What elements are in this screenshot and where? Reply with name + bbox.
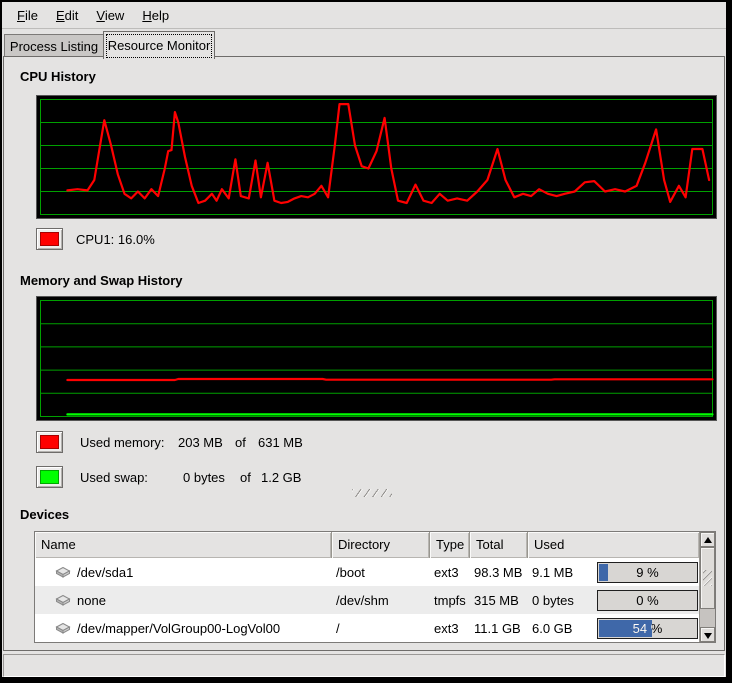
pane-resize-grip[interactable] <box>352 489 392 497</box>
usage-progressbar: 9 %9 % <box>597 562 698 583</box>
cpu1-color-chip <box>40 232 59 246</box>
device-directory-cell: /boot <box>332 565 430 580</box>
usage-percent-label: 0 % <box>598 591 697 610</box>
used-memory-color-swatch[interactable] <box>36 431 63 453</box>
usage-progressbar: 54 %54 % <box>597 618 698 639</box>
used-swap-of: of <box>240 470 251 485</box>
device-usage-cell: 54 %54 % <box>585 618 699 639</box>
used-memory-value: 203 MB <box>178 435 223 450</box>
disk-icon <box>54 565 72 579</box>
tab-resource-monitor-label: Resource Monitor <box>106 34 212 58</box>
scrollbar-grip-icon <box>703 570 712 586</box>
device-name: /dev/sda1 <box>77 565 133 580</box>
used-memory-of: of <box>235 435 246 450</box>
devices-table-body: /dev/sda1/bootext398.3 MB9.1 MB9 %9 %non… <box>35 558 715 642</box>
used-memory-total: 631 MB <box>258 435 303 450</box>
usage-percent-label-inverse: 9 % <box>598 563 608 582</box>
device-total-cell: 98.3 MB <box>470 565 528 580</box>
tabstrip: Process Listing Resource Monitor <box>2 29 726 57</box>
up-arrow-icon <box>704 537 712 543</box>
menubar: FileEditViewHelp <box>2 2 726 29</box>
memory-swap-plot <box>37 297 716 420</box>
cpu-history-graph <box>36 95 717 219</box>
table-row[interactable]: /dev/sda1/bootext398.3 MB9.1 MB 9 %9 % <box>35 558 699 586</box>
memory-swap-graph <box>36 296 717 421</box>
table-row[interactable]: none/dev/shmtmpfs315 MB0 bytes 0 %0 % <box>35 586 699 614</box>
device-usage-cell: 9 %9 % <box>585 562 699 583</box>
device-total-cell: 11.1 GB <box>470 621 528 636</box>
devices-table: NameDirectoryTypeTotalUsed /dev/sda1/boo… <box>34 531 716 643</box>
cpu1-legend-label: CPU1: 16.0% <box>76 232 155 247</box>
device-name-cell: /dev/sda1 <box>35 565 332 580</box>
menu-item-edit[interactable]: Edit <box>47 5 87 26</box>
used-swap-total: 1.2 GB <box>261 470 301 485</box>
device-type-cell: ext3 <box>430 621 470 636</box>
device-name-cell: /dev/mapper/VolGroup00-LogVol00 <box>35 621 332 636</box>
usage-percent-label-inverse: 54 % <box>598 619 652 638</box>
devices-title: Devices <box>20 507 69 522</box>
disk-icon <box>54 593 72 607</box>
device-name: /dev/mapper/VolGroup00-LogVol00 <box>77 621 280 636</box>
usage-percent-label-inverse: 0 % <box>598 591 599 610</box>
vertical-scrollbar[interactable] <box>699 532 715 642</box>
device-name: none <box>77 593 106 608</box>
system-monitor-window: FileEditViewHelp Process Listing Resourc… <box>0 0 728 679</box>
cpu-history-title: CPU History <box>20 69 96 84</box>
resource-monitor-panel: CPU History CPU1: 16.0% Memory and Swap … <box>3 56 725 651</box>
column-header-type[interactable]: Type <box>430 532 470 558</box>
used-swap-value: 0 bytes <box>183 470 225 485</box>
device-directory-cell: / <box>332 621 430 636</box>
device-used-cell: 0 bytes <box>528 593 585 608</box>
device-total-cell: 315 MB <box>470 593 528 608</box>
cpu-history-plot <box>37 96 716 218</box>
disk-icon <box>54 621 72 635</box>
tab-resource-monitor[interactable]: Resource Monitor <box>103 31 215 59</box>
device-directory-cell: /dev/shm <box>332 593 430 608</box>
usage-progressbar: 0 %0 % <box>597 590 698 611</box>
device-type-cell: ext3 <box>430 565 470 580</box>
cpu1-color-swatch[interactable] <box>36 228 63 250</box>
device-name-cell: none <box>35 593 332 608</box>
device-used-cell: 6.0 GB <box>528 621 585 636</box>
column-header-total[interactable]: Total <box>470 532 528 558</box>
used-memory-label: Used memory: <box>80 435 165 450</box>
used-swap-color-swatch[interactable] <box>36 466 63 488</box>
menu-item-help[interactable]: Help <box>133 5 178 26</box>
usage-percent-label: 9 % <box>598 563 697 582</box>
column-header-name[interactable]: Name <box>35 532 332 558</box>
menu-item-file[interactable]: File <box>8 5 47 26</box>
tab-process-listing[interactable]: Process Listing <box>4 34 104 58</box>
device-type-cell: tmpfs <box>430 593 470 608</box>
used-memory-color-chip <box>40 435 59 449</box>
device-usage-cell: 0 %0 % <box>585 590 699 611</box>
used-swap-label: Used swap: <box>80 470 148 485</box>
scroll-down-button[interactable] <box>700 627 715 642</box>
column-header-used[interactable]: Used <box>528 532 699 558</box>
device-used-cell: 9.1 MB <box>528 565 585 580</box>
used-swap-color-chip <box>40 470 59 484</box>
column-header-directory[interactable]: Directory <box>332 532 430 558</box>
scrollbar-thumb[interactable] <box>700 547 715 609</box>
down-arrow-icon <box>704 633 712 639</box>
memory-swap-title: Memory and Swap History <box>20 273 183 288</box>
scroll-up-button[interactable] <box>700 532 715 547</box>
table-row[interactable]: /dev/mapper/VolGroup00-LogVol00 /ext311.1… <box>35 614 699 642</box>
devices-table-header: NameDirectoryTypeTotalUsed <box>35 532 699 558</box>
statusbar <box>3 654 725 677</box>
menu-item-view[interactable]: View <box>87 5 133 26</box>
